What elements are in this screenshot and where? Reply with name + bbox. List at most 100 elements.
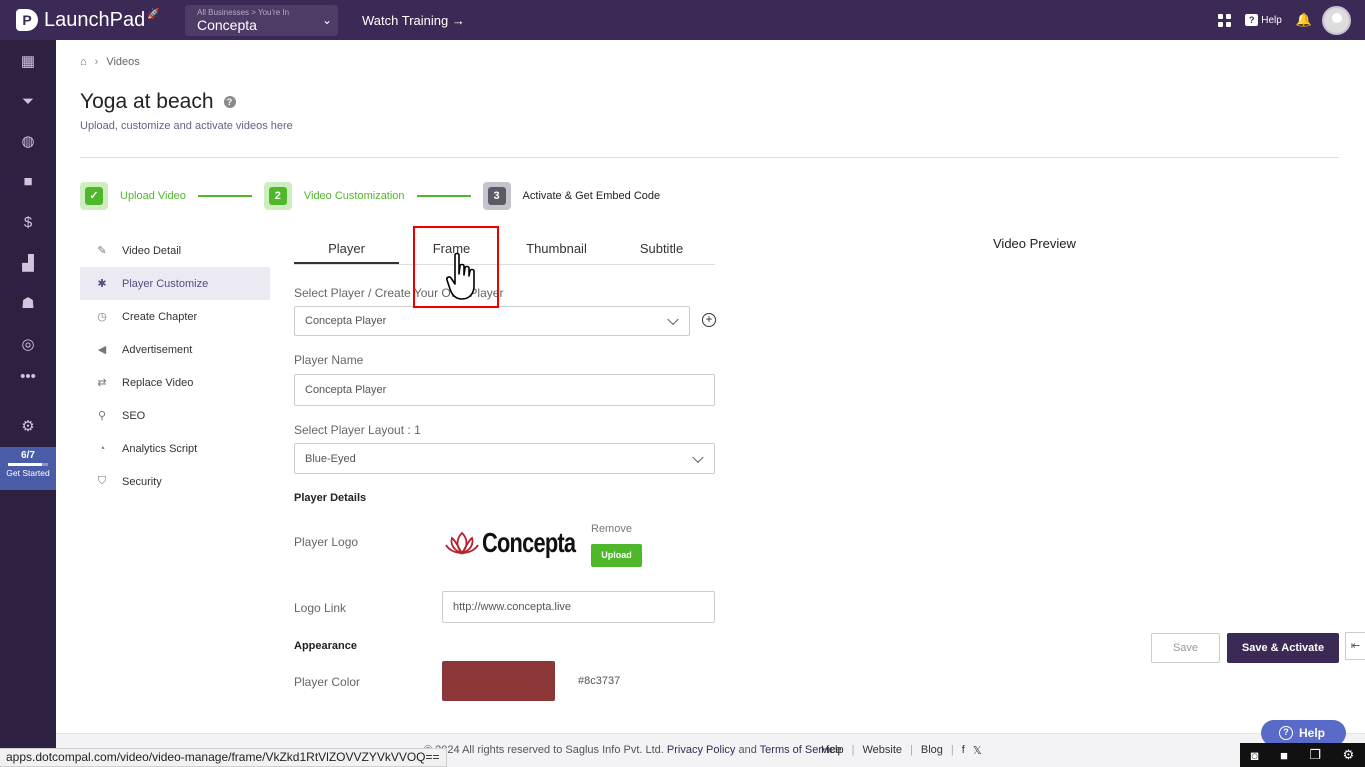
player-color-label: Player Color (294, 675, 361, 689)
brand-name: LaunchPad (44, 8, 146, 31)
menu-item-create-chapter[interactable]: ◷ Create Chapter (80, 300, 270, 333)
menu-item-label: Replace Video (122, 376, 194, 389)
chart-icon[interactable]: ▟ (18, 254, 38, 274)
search-icon: ⚲ (97, 410, 107, 422)
menu-item-label: SEO (122, 409, 146, 422)
breadcrumb-current[interactable]: Videos (106, 56, 139, 68)
step-1-label: Upload Video (120, 190, 186, 202)
menu-item-video-detail[interactable]: ✎ Video Detail (80, 234, 270, 267)
menu-item-player-customize[interactable]: ✱ Player Customize (80, 267, 270, 300)
rocket-icon: 🚀 (147, 8, 160, 20)
status-url: apps.dotcompal.com/video/video-manage/fr… (0, 748, 447, 767)
player-layout-label: Select Player Layout : 1 (294, 423, 421, 437)
gear-icon[interactable]: ⚙ (1343, 747, 1355, 763)
add-player-icon[interactable]: + (702, 313, 716, 327)
home-icon[interactable]: ⌂ (80, 56, 87, 68)
player-name-input[interactable]: Concepta Player (294, 374, 715, 406)
get-started-progress[interactable]: 6/7 Get Started (0, 447, 56, 490)
footer-help-link[interactable]: Help (821, 744, 844, 757)
window-icon[interactable]: ❐ (1309, 747, 1321, 763)
dollar-icon[interactable]: $ (18, 213, 38, 233)
video-icon[interactable]: ■ (18, 172, 38, 192)
facebook-icon[interactable]: f (962, 744, 965, 757)
menu-item-advertisement[interactable]: ◀ Advertisement (80, 333, 270, 366)
footer-blog-link[interactable]: Blog (921, 744, 943, 757)
tab-player[interactable]: Player (294, 233, 399, 264)
funnel-icon[interactable]: ⏷ (18, 92, 38, 112)
x-twitter-icon[interactable]: 𝕏 (973, 744, 982, 757)
player-layout-dropdown[interactable]: Blue-Eyed (294, 443, 715, 474)
footer-links: Help | Website | Blog | f 𝕏 (821, 744, 990, 757)
footer-separator: | (851, 744, 855, 756)
save-activate-button[interactable]: Save & Activate (1227, 633, 1339, 663)
business-caption: All Businesses > You're In (197, 7, 290, 17)
help-icon: ? (1245, 14, 1259, 26)
player-name-value: Concepta Player (305, 384, 387, 396)
hand-cursor-icon (446, 252, 475, 300)
step-connector (197, 195, 252, 197)
dashboard-icon[interactable]: ▦ (18, 52, 38, 72)
business-switcher[interactable]: All Businesses > You're In Concepta ⌄ (185, 4, 338, 36)
footer-separator: | (910, 744, 913, 756)
video-preview-title: Video Preview (993, 236, 1076, 251)
avatar[interactable] (1322, 5, 1351, 35)
video-camera-icon[interactable]: ■ (1280, 748, 1288, 763)
menu-item-label: Advertisement (122, 343, 193, 356)
question-icon[interactable]: ? (223, 96, 236, 108)
player-layout-value: Blue-Eyed (305, 452, 356, 465)
player-name-label: Player Name (294, 353, 364, 367)
and-text: and (738, 744, 757, 756)
chevron-down-icon (692, 451, 704, 463)
logo-link-value: http://www.concepta.live (453, 601, 572, 613)
progress-label: Get Started (6, 468, 50, 478)
progress-fill (8, 463, 43, 466)
collapse-icon[interactable]: ⇤ (1345, 632, 1365, 660)
logo-link-label: Logo Link (294, 601, 347, 615)
select-player-dropdown[interactable]: Concepta Player (294, 306, 690, 336)
menu-item-security[interactable]: ⛉ Security (80, 465, 270, 498)
logo-wordmark: Concepta (482, 527, 576, 558)
step-2-badge: 2 (263, 182, 292, 210)
remove-logo-link[interactable]: Remove (591, 523, 632, 535)
camera-icon[interactable]: ◙ (1251, 748, 1259, 763)
player-logo-label: Player Logo (294, 535, 359, 549)
menu-item-label: Video Detail (122, 244, 182, 257)
privacy-policy-link[interactable]: Privacy Policy (667, 744, 735, 756)
business-name: Concepta (197, 16, 257, 33)
lotus-logo-icon (445, 531, 479, 555)
footer-separator: | (950, 744, 954, 756)
select-player-value: Concepta Player (305, 315, 387, 327)
brand[interactable]: P LaunchPad 🚀 (0, 9, 175, 32)
step-2-label: Video Customization (303, 190, 405, 202)
player-color-swatch[interactable] (442, 661, 555, 701)
tab-thumbnail[interactable]: Thumbnail (504, 233, 609, 264)
customize-tabs: Player Frame Thumbnail Subtitle (294, 233, 715, 265)
menu-item-replace-video[interactable]: ⇄ Replace Video (80, 366, 270, 399)
watch-training-link[interactable]: Watch Training → (362, 13, 465, 28)
upload-logo-button[interactable]: Upload (591, 544, 642, 567)
apps-grid-icon[interactable] (1218, 13, 1232, 27)
save-button[interactable]: Save (1151, 633, 1220, 663)
settings-icon[interactable]: ⚙ (18, 417, 38, 437)
help-button[interactable]: ? Help (1245, 14, 1282, 26)
chevron-right-icon: › (94, 56, 99, 68)
people-icon[interactable]: ☗ (18, 294, 38, 314)
edit-icon: ✎ (97, 245, 107, 257)
page-title-text: Yoga at beach (80, 90, 214, 113)
chevron-down-icon: ⌄ (321, 12, 332, 27)
logo-link-input[interactable]: http://www.concepta.live (442, 591, 715, 623)
analytics-icon[interactable]: ◎ (18, 335, 38, 355)
menu-item-analytics-script[interactable]: ◔ Analytics Script (80, 432, 270, 465)
left-rail: ▦ ⏷ ◍ ■ $ ▟ ☗ ◎ ••• ⚙ 6/7 Get Started (0, 40, 56, 767)
bell-icon[interactable]: 🔔 (1296, 12, 1312, 28)
help-label: Help (1261, 14, 1282, 26)
help-chat-label: Help (1299, 726, 1326, 740)
footer-website-link[interactable]: Website (862, 744, 902, 757)
copyright-text: © 2024 All rights reserved to Saglus Inf… (424, 744, 664, 756)
more-icon[interactable]: ••• (18, 367, 38, 387)
menu-item-seo[interactable]: ⚲ SEO (80, 399, 270, 432)
globe-icon[interactable]: ◍ (18, 132, 38, 152)
tab-subtitle[interactable]: Subtitle (609, 233, 714, 264)
top-navbar: P LaunchPad 🚀 All Businesses > You're In… (0, 0, 1365, 40)
appearance-heading: Appearance (294, 640, 357, 652)
